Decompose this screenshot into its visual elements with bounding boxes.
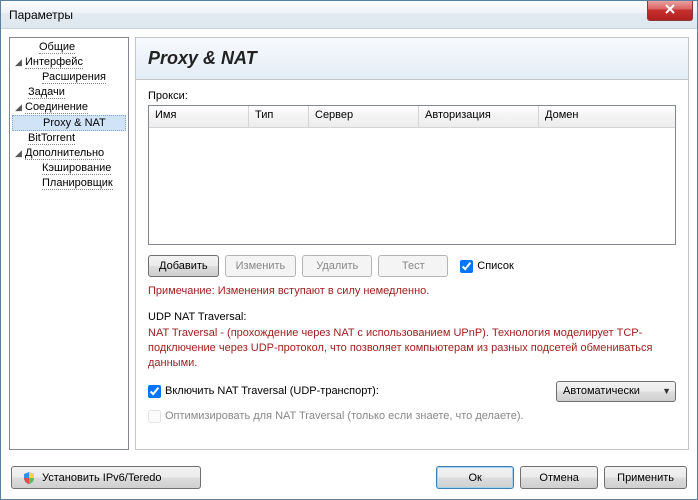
optimize-checkbox — [148, 410, 161, 423]
dialog-body: Общие ◢Интерфейс Расширения Задачи ◢Соед… — [1, 29, 697, 458]
col-type[interactable]: Тип — [249, 106, 309, 127]
col-domain[interactable]: Домен — [539, 106, 675, 127]
proxy-button-row: Добавить Изменить Удалить Тест Список — [148, 255, 676, 277]
content-header: Proxy & NAT — [136, 38, 688, 80]
list-checkbox[interactable] — [460, 260, 473, 273]
table-header: Имя Тип Сервер Авторизация Домен — [149, 106, 675, 128]
tree-item-extensions[interactable]: Расширения — [10, 70, 128, 85]
col-name[interactable]: Имя — [149, 106, 249, 127]
optimize-label: Оптимизировать для NAT Traversal (только… — [165, 410, 524, 422]
tree-item-additional[interactable]: ◢Дополнительно — [10, 146, 128, 161]
col-auth[interactable]: Авторизация — [419, 106, 539, 127]
install-ipv6-button[interactable]: Установить IPv6/Teredo — [11, 466, 201, 489]
edit-button: Изменить — [225, 255, 297, 277]
expand-icon[interactable]: ◢ — [14, 57, 23, 68]
content-body: Прокси: Имя Тип Сервер Авторизация Домен… — [136, 80, 688, 449]
udp-label: UDP NAT Traversal: — [148, 311, 676, 323]
tree-item-connection[interactable]: ◢Соединение — [10, 100, 128, 115]
udp-section: UDP NAT Traversal: NAT Traversal - (прох… — [148, 311, 676, 423]
tree-item-scheduler[interactable]: Планировщик — [10, 176, 128, 191]
page-title: Proxy & NAT — [148, 48, 676, 69]
apply-button[interactable]: Применить — [604, 466, 687, 489]
chevron-down-icon: ▼ — [662, 386, 671, 396]
dialog-footer: Установить IPv6/Teredo Ок Отмена Примени… — [1, 458, 697, 499]
note-text: Примечание: Изменения вступают в силу не… — [148, 285, 676, 297]
expand-icon[interactable]: ◢ — [14, 102, 23, 113]
tree-item-general[interactable]: Общие — [10, 40, 128, 55]
delete-button: Удалить — [302, 255, 372, 277]
cancel-button[interactable]: Отмена — [520, 466, 598, 489]
window-title: Параметры — [9, 8, 73, 22]
tree-item-caching[interactable]: Кэширование — [10, 161, 128, 176]
shield-icon — [22, 471, 36, 485]
list-checkbox-label[interactable]: Список — [460, 260, 514, 273]
udp-enable-row: Включить NAT Traversal (UDP-транспорт): … — [148, 381, 676, 402]
content-panel: Proxy & NAT Прокси: Имя Тип Сервер Автор… — [135, 37, 689, 450]
ok-button[interactable]: Ок — [436, 466, 514, 489]
optimize-row: Оптимизировать для NAT Traversal (только… — [148, 410, 676, 423]
proxy-label: Прокси: — [148, 90, 676, 102]
nav-tree[interactable]: Общие ◢Интерфейс Расширения Задачи ◢Соед… — [9, 37, 129, 450]
tree-item-proxy-nat[interactable]: Proxy & NAT — [12, 115, 126, 131]
close-icon — [664, 4, 676, 17]
add-button[interactable]: Добавить — [148, 255, 219, 277]
expand-icon[interactable]: ◢ — [14, 148, 23, 159]
tree-item-interface[interactable]: ◢Интерфейс — [10, 55, 128, 70]
nat-mode-select[interactable]: Автоматически ▼ — [556, 381, 676, 402]
settings-window: Параметры Общие ◢Интерфейс Расширения За… — [0, 0, 698, 500]
enable-nat-label[interactable]: Включить NAT Traversal (UDP-транспорт): — [148, 385, 379, 398]
udp-description: NAT Traversal - (прохождение через NAT с… — [148, 326, 676, 371]
col-server[interactable]: Сервер — [309, 106, 419, 127]
proxy-table[interactable]: Имя Тип Сервер Авторизация Домен — [148, 105, 676, 245]
tree-item-tasks[interactable]: Задачи — [10, 85, 128, 100]
tree-item-bittorrent[interactable]: BitTorrent — [10, 131, 128, 146]
test-button: Тест — [378, 255, 448, 277]
enable-nat-checkbox[interactable] — [148, 385, 161, 398]
titlebar[interactable]: Параметры — [1, 1, 697, 29]
close-button[interactable] — [647, 1, 693, 21]
